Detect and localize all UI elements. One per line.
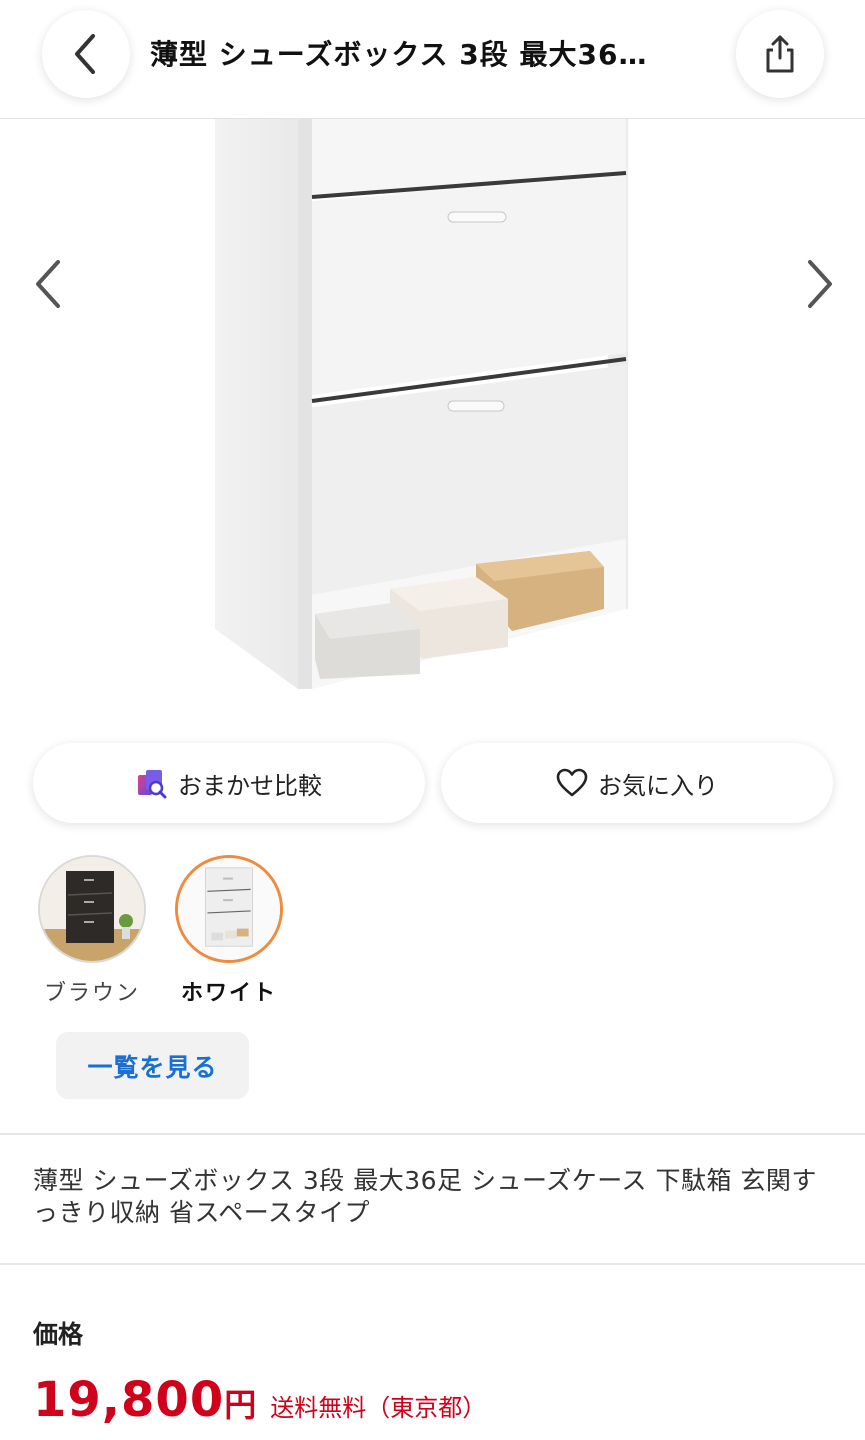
favorite-button[interactable]: お気に入り	[441, 743, 833, 823]
header-bar: 薄型 シューズボックス 3段 最大36…	[0, 0, 865, 119]
gallery-next-arrow[interactable]	[800, 254, 840, 314]
product-image-gallery[interactable]	[0, 119, 865, 719]
view-list-button[interactable]: 一覧を見る	[56, 1032, 249, 1099]
variant-white[interactable]: ホワイト	[174, 855, 284, 1007]
variant-brown[interactable]: ブラウン	[37, 855, 147, 1007]
gallery-prev-arrow[interactable]	[28, 254, 68, 314]
variant-thumbnail	[38, 855, 146, 963]
page-title: 薄型 シューズボックス 3段 最大36…	[150, 38, 648, 71]
back-button[interactable]	[42, 10, 130, 98]
price-label: 価格	[33, 1320, 84, 1349]
compare-label: おまかせ比較	[178, 771, 322, 800]
shipping-info: 送料無料（東京都）	[270, 1394, 487, 1422]
share-icon	[766, 35, 794, 73]
compare-icon	[138, 770, 167, 799]
divider	[0, 1263, 865, 1265]
compare-button[interactable]: おまかせ比較	[33, 743, 425, 823]
variant-thumbnail	[175, 855, 283, 963]
price-amount: 19,800	[33, 1372, 225, 1428]
share-button[interactable]	[736, 10, 824, 98]
price-block: 19,800円 送料無料（東京都）	[33, 1372, 486, 1428]
heart-icon	[556, 768, 588, 797]
divider	[0, 1133, 865, 1135]
product-image	[215, 119, 628, 689]
variant-label: ブラウン	[43, 981, 140, 1006]
favorite-label: お気に入り	[598, 771, 718, 800]
chevron-left-icon	[75, 34, 95, 74]
variant-label: ホワイト	[180, 981, 277, 1006]
price-unit: 円	[224, 1386, 257, 1424]
product-description: 薄型 シューズボックス 3段 最大36足 シューズケース 下駄箱 玄関すっきり収…	[33, 1166, 817, 1227]
